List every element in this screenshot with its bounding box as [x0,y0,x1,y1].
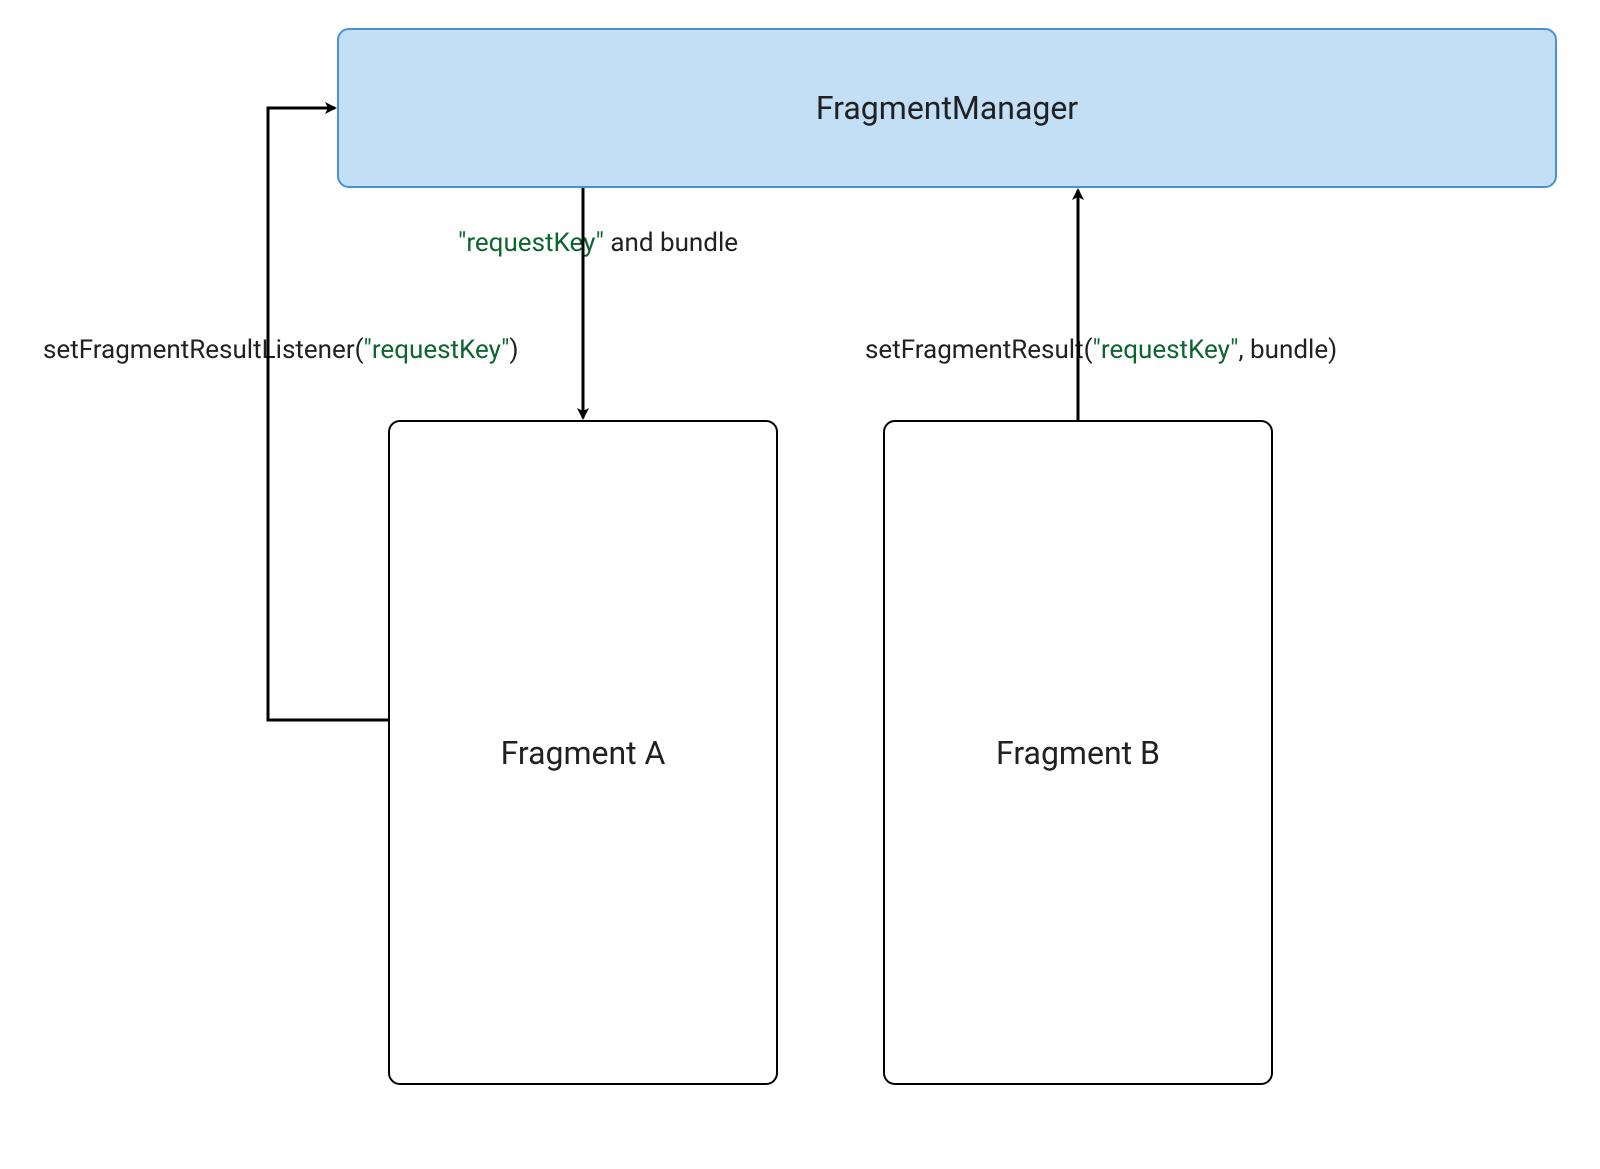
fragment-manager-box: FragmentManager [337,28,1557,188]
result-post-text: , bundle) [1238,335,1337,365]
result-key-text: "requestKey" [1093,335,1239,365]
center-payload-label: "requestKey" and bundle [458,228,738,258]
result-call-label: setFragmentResult("requestKey", bundle) [865,335,1337,365]
arrow-listener [268,108,388,720]
listener-key-text: "requestKey" [364,335,510,365]
fragment-manager-label: FragmentManager [816,89,1078,127]
diagram-canvas: FragmentManager Fragment A Fragment B se… [0,0,1600,1169]
listener-pre-text: setFragmentResultListener( [43,335,364,365]
center-post-text: and bundle [604,228,738,258]
fragment-b-label: Fragment B [996,734,1160,772]
listener-call-label: setFragmentResultListener("requestKey") [43,335,519,365]
fragment-b-box: Fragment B [883,420,1273,1085]
result-pre-text: setFragmentResult( [865,335,1093,365]
fragment-a-label: Fragment A [501,734,666,772]
fragment-a-box: Fragment A [388,420,778,1085]
listener-post-text: ) [509,335,518,365]
center-key-text: "requestKey" [458,228,604,258]
